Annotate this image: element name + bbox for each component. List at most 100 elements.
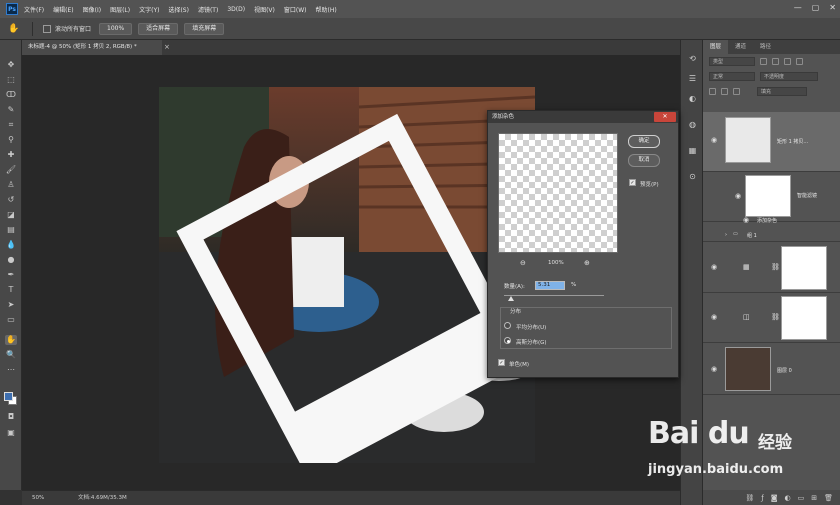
menu-filter[interactable]: 滤镜(T)	[198, 5, 218, 14]
menu-window[interactable]: 窗口(W)	[284, 5, 307, 14]
status-zoom[interactable]: 50%	[32, 491, 44, 505]
ok-button[interactable]: 确定	[628, 135, 660, 148]
swatches-panel-icon[interactable]: ▦	[687, 146, 698, 156]
chain-link-icon[interactable]: ⛓	[771, 263, 780, 271]
zoom-100-button[interactable]: 100%	[99, 22, 133, 35]
group-row[interactable]: › ▭ 组 1	[703, 228, 840, 242]
adjustment-layer-row[interactable]: ◉ ▦ ⛓	[703, 243, 840, 293]
amount-slider-thumb[interactable]	[508, 296, 514, 301]
blend-mode-select[interactable]: 正常	[709, 72, 755, 81]
lock-all-icon[interactable]	[733, 88, 740, 95]
crop-tool-icon[interactable]: ⌗	[5, 120, 17, 130]
fill-screen-button[interactable]: 填充屏幕	[184, 22, 225, 35]
tab-paths[interactable]: 路径	[753, 40, 778, 54]
monochromatic-checkbox[interactable]: ✓	[498, 359, 505, 366]
tab-close-icon[interactable]: ×	[164, 43, 170, 51]
menu-select[interactable]: 选择(S)	[168, 5, 189, 14]
scroll-all-checkbox[interactable]	[43, 24, 51, 33]
gradient-tool-icon[interactable]: ▤	[5, 225, 17, 235]
visibility-eye-icon[interactable]: ◉	[711, 136, 717, 144]
type-tool-icon[interactable]: T	[5, 285, 17, 295]
hand-tool-icon[interactable]: ✋	[8, 23, 20, 35]
fx-icon[interactable]: ƒ	[761, 494, 763, 502]
quick-select-tool-icon[interactable]: ✎	[5, 105, 17, 115]
image-layer-row[interactable]: ◉ 图层 0	[703, 343, 840, 395]
menu-file[interactable]: 文件(F)	[24, 5, 44, 14]
marquee-tool-icon[interactable]: ⬚	[5, 75, 17, 85]
quick-mask-icon[interactable]: ◘	[5, 412, 17, 422]
filter-adjust-icon[interactable]	[772, 58, 779, 65]
gaussian-radio[interactable]	[504, 337, 511, 344]
filter-shape-icon[interactable]	[796, 58, 803, 65]
minimize-icon[interactable]: —	[794, 3, 802, 12]
eraser-tool-icon[interactable]: ◪	[5, 210, 17, 220]
menu-layer[interactable]: 图层(L)	[110, 5, 130, 14]
lock-pixels-icon[interactable]	[709, 88, 716, 95]
menu-3d[interactable]: 3D(D)	[227, 6, 245, 13]
dialog-close-button[interactable]: ✕	[654, 112, 676, 122]
chain-link-icon[interactable]: ⛓	[771, 313, 780, 321]
foreground-color-swatch[interactable]	[4, 392, 13, 401]
menu-view[interactable]: 视图(V)	[254, 5, 275, 14]
screen-mode-icon[interactable]: ▣	[5, 428, 17, 438]
link-layers-icon[interactable]: ⛓	[745, 494, 754, 502]
group-arrow-icon[interactable]: ›	[725, 232, 727, 238]
libraries-panel-icon[interactable]: ⊙	[687, 172, 698, 182]
visibility-eye-icon[interactable]: ◉	[735, 192, 741, 200]
pen-tool-icon[interactable]: ✒	[5, 270, 17, 280]
dodge-tool-icon[interactable]: ●	[5, 255, 17, 265]
blur-tool-icon[interactable]: 💧	[5, 240, 17, 250]
new-group-icon[interactable]: ▭	[798, 494, 805, 502]
fill-field[interactable]: 填充	[757, 87, 807, 96]
tab-channels[interactable]: 通道	[728, 40, 753, 54]
adjustment-layer-icon[interactable]: ◐	[785, 494, 791, 502]
history-brush-tool-icon[interactable]: ↺	[5, 195, 17, 205]
visibility-eye-icon[interactable]: ◉	[711, 263, 717, 271]
path-select-tool-icon[interactable]: ➤	[5, 300, 17, 310]
new-layer-icon[interactable]: ⊞	[811, 494, 817, 502]
properties-panel-icon[interactable]: ☰	[687, 74, 698, 84]
lock-position-icon[interactable]	[721, 88, 728, 95]
maximize-icon[interactable]: ▢	[812, 3, 820, 12]
brush-tool-icon[interactable]: 🖌	[5, 165, 17, 175]
document-canvas[interactable]	[159, 87, 535, 463]
history-panel-icon[interactable]: ⟲	[687, 54, 698, 64]
menu-edit[interactable]: 编辑(E)	[53, 5, 73, 14]
uniform-radio[interactable]	[504, 322, 511, 329]
amount-slider-track[interactable]	[504, 295, 604, 296]
zoom-in-icon[interactable]: ⊕	[584, 259, 590, 267]
zoom-tool-icon[interactable]: 🔍	[5, 350, 17, 360]
add-mask-icon[interactable]: ◙	[771, 494, 778, 502]
clone-stamp-tool-icon[interactable]: ♙	[5, 180, 17, 190]
tab-layers[interactable]: 图层	[703, 40, 729, 54]
preview-checkbox[interactable]: ✓	[629, 179, 636, 186]
filter-effect-row[interactable]: ◉ 添加杂色	[703, 213, 840, 227]
lasso-tool-icon[interactable]: ↀ	[5, 90, 17, 100]
layer-filter-select[interactable]: 类型	[709, 57, 755, 66]
layer-row-selected[interactable]: ◉ 矩形 1 拷贝...	[703, 112, 840, 172]
filter-preview[interactable]	[498, 133, 618, 253]
fit-screen-button[interactable]: 适合屏幕	[138, 22, 179, 35]
filter-pixel-icon[interactable]	[760, 58, 767, 65]
move-tool-icon[interactable]: ✥	[5, 60, 17, 70]
opacity-field[interactable]: 不透明度	[760, 72, 818, 81]
amount-input[interactable]: 5.31	[535, 281, 565, 290]
menu-image[interactable]: 图像(I)	[83, 5, 101, 14]
shape-tool-icon[interactable]: ▭	[5, 315, 17, 325]
color-panel-icon[interactable]: ◍	[687, 120, 698, 130]
healing-brush-tool-icon[interactable]: ✚	[5, 150, 17, 160]
adjustment-layer-row[interactable]: ◉ ◫ ⛓	[703, 293, 840, 343]
cancel-button[interactable]: 取消	[628, 154, 660, 167]
delete-layer-icon[interactable]: 🗑	[824, 494, 833, 502]
menu-type[interactable]: 文字(Y)	[139, 5, 159, 14]
menu-help[interactable]: 帮助(H)	[316, 5, 337, 14]
eyedropper-tool-icon[interactable]: ⚲	[5, 135, 17, 145]
visibility-eye-icon[interactable]: ◉	[711, 313, 717, 321]
hand-tool-icon[interactable]: ✋	[5, 335, 17, 345]
visibility-eye-icon[interactable]: ◉	[743, 216, 749, 224]
document-tab[interactable]: 未标题-4 @ 50% (矩形 1 拷贝 2, RGB/8) *	[22, 40, 162, 55]
filter-type-icon[interactable]	[784, 58, 791, 65]
visibility-eye-icon[interactable]: ◉	[711, 365, 717, 373]
more-tools-icon[interactable]: ⋯	[5, 365, 17, 375]
close-icon[interactable]: ✕	[829, 3, 836, 12]
